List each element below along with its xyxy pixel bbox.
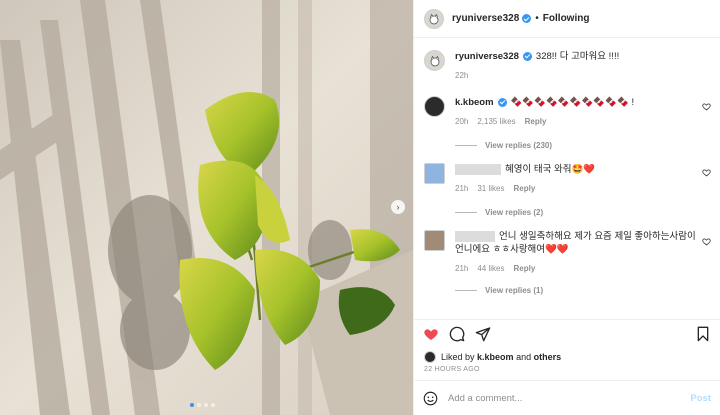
verified-badge-icon xyxy=(497,97,507,107)
caption-username[interactable]: ryuniverse328 xyxy=(455,51,519,62)
like-comment-heart-icon[interactable] xyxy=(702,237,711,246)
comment-likes[interactable]: 2,135 likes xyxy=(477,117,515,126)
blurred-username xyxy=(455,230,495,242)
liked-by-prefix: Liked by xyxy=(441,352,475,362)
post-header: ryuniverse328 • Following xyxy=(414,0,720,38)
post-container: › ryuniverse328 • Following ryuniverse32… xyxy=(0,0,720,415)
comment-likes[interactable]: 44 likes xyxy=(477,264,504,273)
post-author-username[interactable]: ryuniverse328 xyxy=(452,13,519,24)
comment-meta: 21h 44 likes Reply xyxy=(455,262,696,275)
reply-button[interactable]: Reply xyxy=(513,264,535,273)
avatar[interactable] xyxy=(424,163,445,184)
like-comment-heart-icon[interactable] xyxy=(702,102,711,111)
liked-by-others[interactable]: others xyxy=(534,352,562,362)
comment-item: 언니 생일축하해요 제가 요즘 제일 좋아하는사람이 언니에요 ㅎㅎ사랑해여❤️… xyxy=(414,230,720,275)
carousel-dot xyxy=(204,403,208,407)
verified-badge-icon xyxy=(522,51,532,61)
post-side-panel: ryuniverse328 • Following ryuniverse328 3… xyxy=(413,0,720,415)
avatar[interactable] xyxy=(424,96,445,117)
comment-time: 21h xyxy=(455,264,469,273)
add-comment-bar: Add a comment... Post xyxy=(414,380,720,415)
comment-meta: 21h 31 likes Reply xyxy=(455,182,710,195)
comment-text: 혜영이 태국 와줘🤩❤️ xyxy=(505,164,596,175)
reply-button[interactable]: Reply xyxy=(525,117,547,126)
view-replies-button[interactable]: View replies (230) xyxy=(455,141,552,150)
post-timestamp: 22 HOURS AGO xyxy=(424,366,480,373)
comment-body: k.kbeom 🍫🍫🍫🍫🍫🍫🍫🍫🍫🍫 ! 20h 2,135 likes Reply xyxy=(455,96,710,128)
liked-heart-icon[interactable] xyxy=(423,326,439,342)
plant-photo xyxy=(0,0,413,415)
cat-avatar-icon xyxy=(429,13,439,24)
post-image[interactable]: › xyxy=(0,0,413,415)
carousel-dot xyxy=(211,403,215,407)
comment-username[interactable]: k.kbeom xyxy=(455,97,494,108)
add-comment-input[interactable]: Add a comment... xyxy=(448,393,522,404)
post-comment-button[interactable]: Post xyxy=(690,393,711,404)
cat-avatar-icon xyxy=(430,55,439,66)
emoji-icon[interactable] xyxy=(423,391,438,406)
carousel-dot xyxy=(197,403,201,407)
comment-likes[interactable]: 31 likes xyxy=(477,184,504,193)
caption-body: ryuniverse328 328!! 다 고마워요 !!!! 22h xyxy=(455,50,710,82)
view-replies-button[interactable]: View replies (1) xyxy=(455,286,543,295)
comment-time: 21h xyxy=(455,184,469,193)
avatar[interactable] xyxy=(424,8,444,29)
blurred-username xyxy=(455,163,501,175)
comment-body: 혜영이 태국 와줘🤩❤️ 21h 31 likes Reply xyxy=(455,163,710,195)
liked-by-and: and xyxy=(516,352,532,362)
caption: ryuniverse328 328!! 다 고마워요 !!!! 22h xyxy=(414,50,720,82)
caption-meta: 22h xyxy=(455,69,710,82)
reply-button[interactable]: Reply xyxy=(513,184,535,193)
bookmark-icon[interactable] xyxy=(695,326,711,342)
carousel-dot-active xyxy=(190,403,194,407)
verified-badge-icon xyxy=(522,14,532,23)
separator-dot: • xyxy=(535,13,539,24)
comment-body: 언니 생일축하해요 제가 요즘 제일 좋아하는사람이 언니에요 ㅎㅎ사랑해여❤️… xyxy=(455,230,710,275)
avatar[interactable] xyxy=(424,230,445,251)
carousel-indicator xyxy=(190,403,215,407)
comment-item: k.kbeom 🍫🍫🍫🍫🍫🍫🍫🍫🍫🍫 ! 20h 2,135 likes Reply xyxy=(414,96,720,128)
comments-list[interactable]: ryuniverse328 328!! 다 고마워요 !!!! 22h k.kbe… xyxy=(414,38,720,319)
caption-time: 22h xyxy=(455,71,469,80)
avatar[interactable] xyxy=(424,351,436,363)
comment-item: 혜영이 태국 와줘🤩❤️ 21h 31 likes Reply xyxy=(414,163,720,195)
next-image-button[interactable]: › xyxy=(391,200,405,214)
like-comment-heart-icon[interactable] xyxy=(702,168,711,177)
view-replies-button[interactable]: View replies (2) xyxy=(455,208,543,217)
liked-by-user[interactable]: k.kbeom xyxy=(477,352,514,362)
share-icon[interactable] xyxy=(475,326,491,342)
avatar[interactable] xyxy=(424,50,445,71)
action-bar xyxy=(414,319,720,348)
comment-icon[interactable] xyxy=(449,326,465,342)
caption-text: 328!! 다 고마워요 !!!! xyxy=(535,51,620,62)
comment-text: 🍫🍫🍫🍫🍫🍫🍫🍫🍫🍫 ! xyxy=(510,97,635,108)
liked-by: Liked by k.kbeom and others xyxy=(414,348,720,366)
following-button[interactable]: Following xyxy=(543,13,590,24)
comment-time: 20h xyxy=(455,117,469,126)
comment-meta: 20h 2,135 likes Reply xyxy=(455,115,710,128)
